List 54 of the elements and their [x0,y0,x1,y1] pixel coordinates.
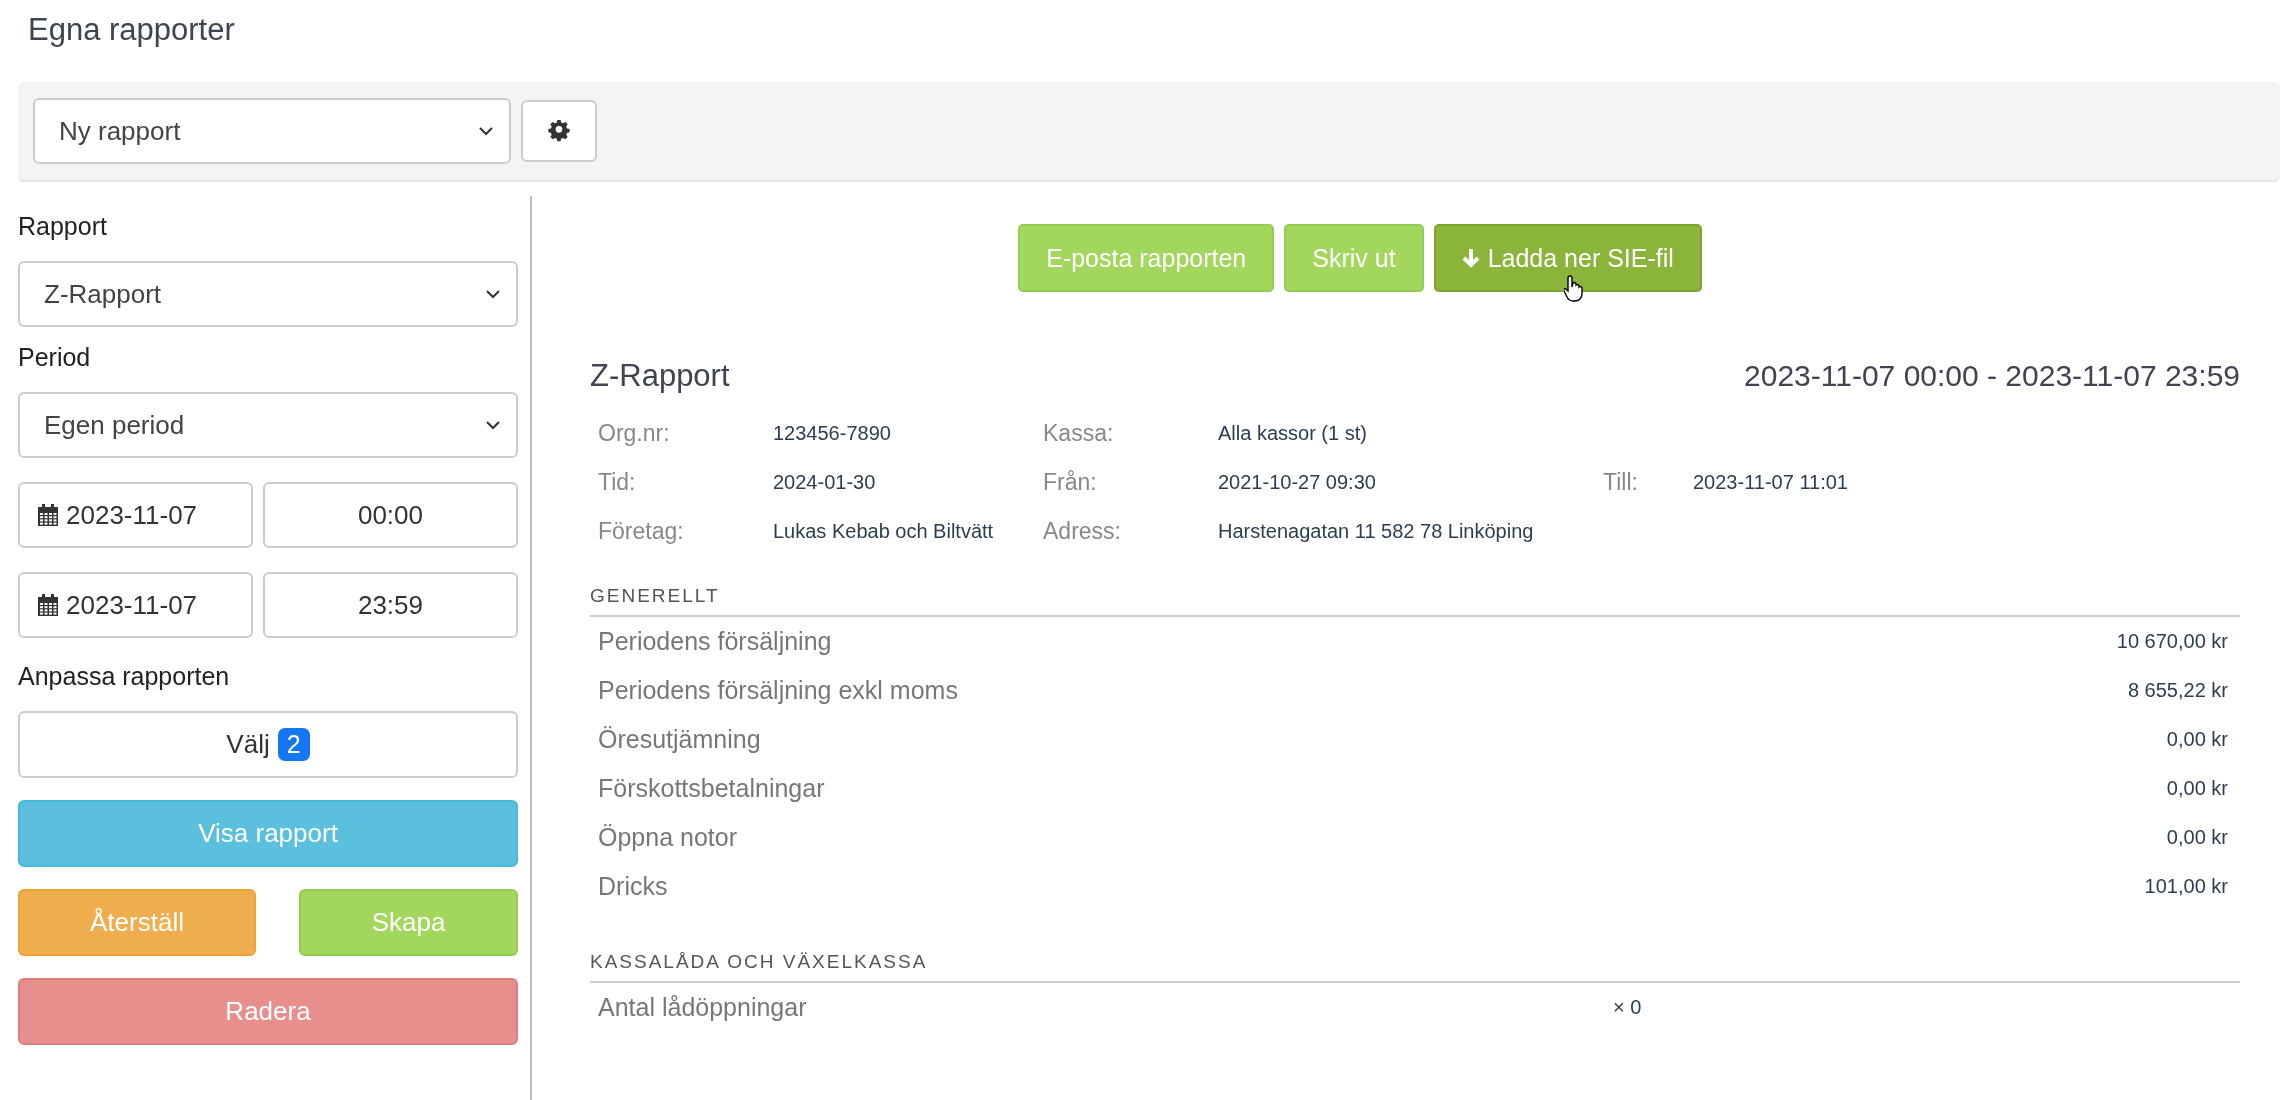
info-value: 2023-11-07 11:01 [1693,471,1849,494]
report-title: Z-Rapport [590,358,730,394]
info-label: Kassa: [1043,420,1115,447]
date-field[interactable]: 2023-11-07 [18,572,253,638]
row-label: Förskottsbetalningar [598,774,826,803]
customize-label: Anpassa rapporten [18,662,231,691]
row-label: Antal lådöppningar [598,993,808,1022]
row-value: 0,00 kr [2166,728,2228,751]
date-field[interactable]: 2023-11-07 [18,482,253,548]
hand-cursor-icon [1563,274,1586,302]
arrow-down-icon [1461,248,1480,268]
info-value: 2024-01-30 [773,471,877,494]
info-label: Org.nr: [598,420,671,447]
row-value: × 0 [1612,996,1642,1019]
info-value: Alla kassor (1 st) [1218,422,1368,445]
time-field[interactable]: 23:59 [263,572,518,638]
calendar-icon [38,594,58,616]
info-value: Lukas Kebab och Biltvätt [773,520,995,543]
info-label: Adress: [1043,518,1122,545]
report-select[interactable]: Ny rapport [33,98,511,164]
chevron-down-icon [479,126,493,136]
row-label: Periodens försäljning exkl moms [598,676,959,705]
section-title: GENERELLT [590,585,2240,617]
period-select[interactable]: Egen period [18,392,518,458]
info-value: Harstenagatan 11 582 78 Linköping [1218,520,1535,543]
report-label: Rapport [18,212,108,241]
row-label: Periodens försäljning [598,627,833,656]
row-value: 10 670,00 kr [2116,630,2228,653]
row-label: Öppna notor [598,823,738,852]
settings-icon [548,120,570,142]
time-field[interactable]: 00:00 [263,482,518,548]
report-period: 2023-11-07 00:00 - 2023-11-07 23:59 [1744,359,2240,393]
calendar-icon [38,504,58,526]
choose-button[interactable]: Välj 2 [18,711,518,778]
row-value: 0,00 kr [2166,826,2228,849]
info-label: Från: [1043,469,1098,496]
row-label: Öresutjämning [598,725,762,754]
settings-button[interactable] [521,100,597,162]
count-badge: 2 [277,728,310,761]
info-label: Till: [1603,469,1639,496]
period-label: Period [18,343,92,372]
page-title: Egna rapporter [28,11,236,49]
info-label: Tid: [598,469,637,496]
report-type-select[interactable]: Z-Rapport [18,261,518,327]
row-value: 101,00 kr [2144,875,2228,898]
chevron-down-icon [486,289,500,299]
info-label: Företag: [598,518,685,545]
row-value: 8 655,22 kr [2127,679,2228,702]
info-value: 2021-10-27 09:30 [1218,471,1377,494]
section-title: KASSALÅDA OCH VÄXELKASSA [590,951,2240,983]
chevron-down-icon [486,420,500,430]
row-value: 0,00 kr [2166,777,2228,800]
row-label: Dricks [598,872,669,901]
info-value: 123456-7890 [773,422,892,445]
